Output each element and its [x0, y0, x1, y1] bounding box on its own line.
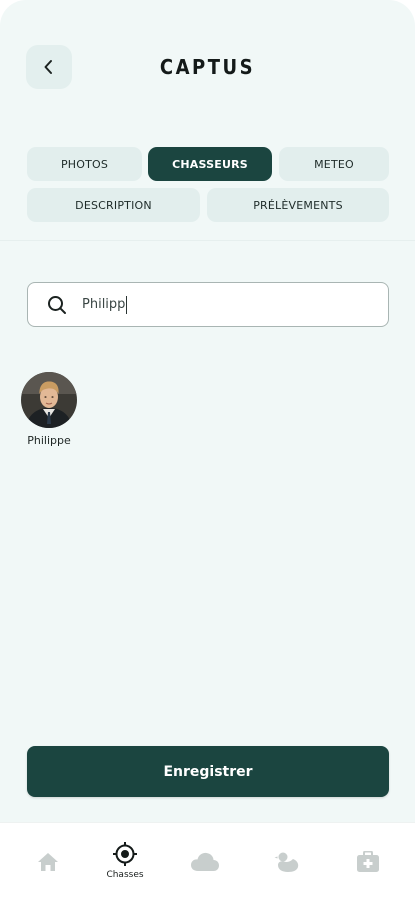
hunter-name: Philippe — [27, 434, 71, 447]
nav-weather[interactable] — [175, 823, 235, 900]
app-screen: CAPTUS PHOTOS CHASSEURS METEO DESCRIPTIO… — [0, 0, 415, 900]
text-cursor — [126, 295, 128, 314]
avatar — [21, 372, 77, 428]
target-icon — [112, 841, 138, 867]
duck-icon — [274, 851, 300, 873]
nav-chasses[interactable]: Chasses — [95, 823, 155, 900]
tab-photos[interactable]: PHOTOS — [27, 147, 142, 181]
person-photo — [21, 372, 77, 428]
tab-chasseurs[interactable]: CHASSEURS — [148, 147, 272, 181]
nav-game[interactable] — [257, 823, 317, 900]
tab-description[interactable]: DESCRIPTION — [27, 188, 200, 222]
medical-kit-icon — [356, 851, 380, 873]
page-title: CAPTUS — [159, 55, 256, 79]
home-icon — [36, 851, 60, 873]
cloud-icon — [190, 851, 220, 873]
hunter-result-item[interactable]: Philippe — [18, 372, 80, 447]
tab-prelevements[interactable]: PRÉLÈVEMENTS — [207, 188, 389, 222]
search-icon — [46, 294, 68, 316]
nav-first-aid[interactable] — [338, 823, 398, 900]
nav-chasses-label: Chasses — [106, 870, 144, 880]
bottom-navigation: Chasses — [0, 822, 415, 900]
nav-home[interactable] — [18, 823, 78, 900]
search-value: Philipp — [82, 297, 126, 312]
search-input[interactable]: Philipp — [27, 282, 389, 327]
search-field-text[interactable]: Philipp — [82, 295, 128, 314]
save-button[interactable]: Enregistrer — [27, 746, 389, 797]
tab-meteo[interactable]: METEO — [279, 147, 389, 181]
section-divider — [0, 240, 415, 241]
